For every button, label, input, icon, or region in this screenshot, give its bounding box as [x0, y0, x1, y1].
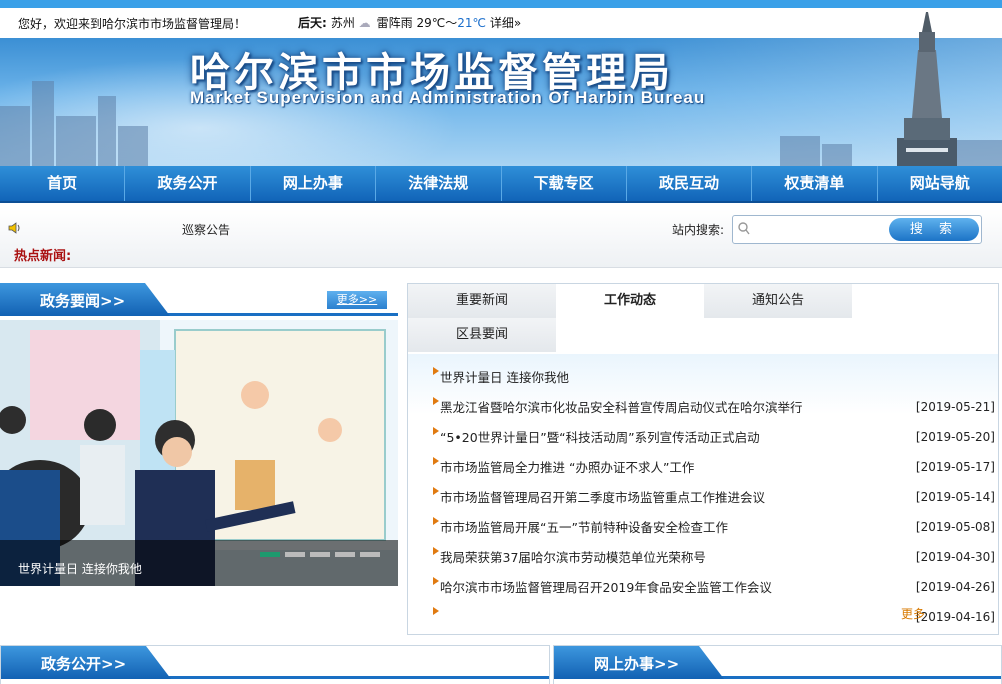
photo-caption[interactable]: 世界计量日 连接你我他	[18, 560, 142, 577]
bullet-arrow-icon	[433, 517, 439, 525]
search-icon	[738, 222, 750, 235]
nav-home[interactable]: 首页	[0, 166, 126, 201]
nav-site-map[interactable]: 网站导航	[878, 166, 1002, 201]
slide-dot[interactable]	[310, 552, 330, 557]
nav-interaction[interactable]: 政民互动	[627, 166, 753, 201]
nav-downloads[interactable]: 下载专区	[502, 166, 627, 201]
bullet-arrow-icon	[433, 427, 439, 435]
news-list: 世界计量日 连接你我他 黑龙江省暨哈尔滨市化妆品安全科普宣传周启动仪式在哈尔滨举…	[408, 354, 998, 632]
nav-online-services[interactable]: 网上办事	[251, 166, 377, 201]
weather-high: 21℃	[457, 16, 486, 30]
list-item[interactable]: 市市场监管局全力推进 “办照办证不求人”工作 [2019-05-17]	[433, 454, 995, 484]
news-photo-slideshow[interactable]: 世界计量日 连接你我他	[0, 320, 398, 586]
bullet-arrow-icon	[433, 457, 439, 465]
monument-icon	[897, 12, 957, 166]
search-box: 搜 索	[732, 215, 982, 244]
list-item[interactable]: 市市场监督管理局召开第二季度市场监管重点工作推进会议 [2019-05-14]	[433, 484, 995, 514]
weather-city: 苏州	[330, 16, 355, 30]
bullet-arrow-icon	[433, 367, 439, 375]
slide-dot[interactable]	[335, 552, 355, 557]
weather-detail-link[interactable]: 详细»	[490, 16, 521, 30]
online-services-title[interactable]: 网上办事>>	[594, 653, 679, 674]
list-item[interactable]: 哈尔滨市市场监督管理局召开2019年食品安全监管工作会议 [2019-04-26]	[433, 574, 995, 604]
weather-low: 29℃～	[416, 16, 458, 30]
list-item[interactable]: 黑龙江省暨哈尔滨市化妆品安全科普宣传周启动仪式在哈尔滨举行 [2019-05-21…	[433, 394, 995, 424]
slide-dot[interactable]	[260, 552, 280, 557]
nav-power-list[interactable]: 权责清单	[752, 166, 878, 201]
tab-notices[interactable]: 通知公告	[704, 284, 852, 318]
gov-affairs-section: 政务公开>>	[0, 645, 550, 684]
online-services-section: 网上办事>>	[553, 645, 1002, 684]
gov-news-more-button[interactable]: 更多>>	[327, 291, 387, 309]
gov-news-title: 政务要闻>>	[40, 292, 126, 310]
search-label: 站内搜索:	[672, 223, 725, 237]
weather-widget: 后天: 苏州 ☁ 雷阵雨 29℃～21℃ 详细»	[298, 14, 521, 31]
bullet-arrow-icon	[433, 577, 439, 585]
slide-dot[interactable]	[360, 552, 380, 557]
bullet-arrow-icon	[433, 397, 439, 405]
welcome-text: 您好，欢迎来到哈尔滨市市场监督管理局！	[18, 17, 247, 31]
tab-important-news[interactable]: 重要新闻	[408, 284, 556, 318]
tab-work-updates[interactable]: 工作动态	[556, 284, 706, 318]
weather-day: 后天:	[298, 16, 327, 30]
list-item[interactable]: 我局荣获第37届哈尔滨市劳动模范单位光荣称号 [2019-04-30]	[433, 544, 995, 574]
bullet-arrow-icon	[433, 487, 439, 495]
hot-news-label: 热点新闻:	[14, 249, 72, 264]
bullet-arrow-icon	[433, 547, 439, 555]
cloud-icon: ☁	[358, 16, 371, 30]
list-item[interactable]: 市市场监管局开展“五一”节前特种设备安全检查工作 [2019-05-08]	[433, 514, 995, 544]
nav-laws[interactable]: 法律法规	[376, 166, 502, 201]
tab-district-news[interactable]: 区县要闻	[408, 318, 556, 352]
gov-affairs-title[interactable]: 政务公开>>	[41, 653, 126, 674]
list-item[interactable]: “5•20世界计量日”暨“科技活动周”系列宣传活动正式启动 [2019-05-20…	[433, 424, 995, 454]
news-tabs-panel: 重要新闻 工作动态 通知公告 区县要闻 世界计量日 连接你我他 黑龙江省暨哈尔滨…	[407, 283, 999, 635]
speaker-icon	[8, 222, 20, 234]
search-input[interactable]	[755, 219, 889, 240]
main-nav: 首页 政务公开 网上办事 法律法规 下载专区 政民互动 权责清单 网站导航	[0, 166, 1002, 203]
nav-gov-affairs[interactable]: 政务公开	[125, 166, 251, 201]
search-button[interactable]: 搜 索	[889, 218, 979, 241]
bullet-arrow-icon	[433, 607, 439, 615]
weather-desc: 雷阵雨	[376, 16, 413, 30]
list-item[interactable]: 世界计量日 连接你我他	[433, 364, 995, 394]
news-more-link[interactable]: 更多	[901, 605, 925, 622]
gov-news-header: 政务要闻>> 更多>>	[0, 283, 398, 316]
slide-dot[interactable]	[285, 552, 305, 557]
site-title-en: Market Supervision and Administration Of…	[190, 88, 706, 107]
notice-link[interactable]: 巡察公告	[182, 221, 230, 238]
